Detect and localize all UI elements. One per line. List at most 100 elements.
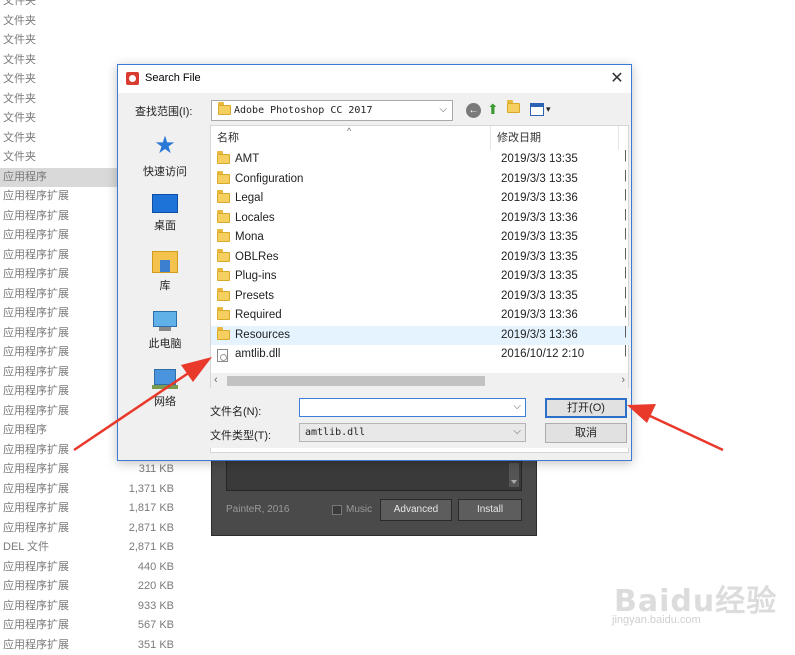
file-row[interactable]: Locales2019/3/3 13:36| [211, 209, 630, 229]
up-folder-icon[interactable]: ⬆ [487, 101, 499, 118]
file-row[interactable]: Required2019/3/3 13:36| [211, 306, 630, 326]
scroll-thumb[interactable] [227, 376, 485, 386]
file-row[interactable]: Configuration2019/3/3 13:35| [211, 170, 630, 190]
scroll-right-icon[interactable]: › [621, 374, 625, 386]
back-icon[interactable]: ← [466, 103, 481, 118]
item-type: 文件夹 [3, 51, 36, 71]
file-name: Legal [235, 192, 263, 204]
lookin-dropdown[interactable]: Adobe Photoshop CC 2017 ⌵ [211, 100, 453, 121]
column-header-more[interactable] [619, 126, 630, 150]
list-item[interactable]: 应用程序扩展2,871 KB [0, 519, 190, 539]
music-toggle[interactable]: Music [332, 504, 372, 515]
item-type: 应用程序扩展 [3, 187, 69, 207]
file-row[interactable]: amtlib.dll2016/10/12 2:10| [211, 345, 630, 365]
list-item[interactable]: 应用程序扩展567 KB [0, 616, 190, 636]
dialog-titlebar[interactable]: Search File ✕ [118, 65, 631, 93]
list-item[interactable]: 应用程序扩展 440 KB [0, 558, 190, 578]
file-row[interactable]: Mona2019/3/3 13:35| [211, 228, 630, 248]
file-row[interactable]: Plug-ins2019/3/3 13:35| [211, 267, 630, 287]
truncated-column: | [624, 150, 630, 170]
folder-icon [217, 291, 230, 304]
file-name: AMT [235, 153, 259, 165]
item-type: 应用程序扩展 [3, 226, 69, 246]
file-row[interactable]: AMT2019/3/3 13:35| [211, 150, 630, 170]
log-scrollbar[interactable] [509, 463, 519, 487]
folder-icon [217, 252, 230, 265]
computer-icon [130, 311, 200, 331]
list-item[interactable]: DEL 文件2,871 KB [0, 538, 190, 558]
view-menu-icon[interactable] [530, 103, 544, 116]
advanced-button[interactable]: Advanced [380, 499, 452, 521]
chevron-down-icon[interactable]: ⌵ [513, 401, 521, 412]
item-size: 440 KB [138, 558, 174, 578]
truncated-column: | [624, 306, 630, 326]
music-checkbox[interactable] [332, 505, 342, 515]
search-file-dialog: Search File ✕ 查找范围(I): Adobe Photoshop C… [117, 64, 632, 461]
installer-credit: PainteR, 2016 [226, 504, 289, 515]
list-item[interactable]: 应用程序扩展1,817 KB [0, 499, 190, 519]
place-1[interactable]: 桌面 [130, 191, 200, 233]
folder-icon [217, 193, 230, 206]
item-type: 应用程序扩展 [3, 480, 69, 500]
file-name: OBLRes [235, 251, 278, 263]
place-label: 桌面 [130, 217, 200, 233]
place-0[interactable]: ★快速访问 [130, 133, 200, 179]
places-bar: ★快速访问桌面库此电脑网络 [130, 125, 200, 407]
list-item[interactable]: 应用程序扩展933 KB [0, 597, 190, 617]
place-label: 库 [130, 277, 200, 293]
place-2[interactable]: 库 [130, 249, 200, 293]
item-type: 应用程序扩展 [3, 246, 69, 266]
truncated-column: | [624, 248, 630, 268]
place-4[interactable]: 网络 [130, 365, 200, 409]
list-item[interactable]: 应用程序扩展220 KB [0, 577, 190, 597]
item-type: 应用程序扩展 [3, 265, 69, 285]
list-item[interactable]: 文件夹 [0, 0, 190, 12]
music-label: Music [346, 504, 372, 515]
item-type: 应用程序扩展 [3, 285, 69, 305]
file-row[interactable]: Presets2019/3/3 13:35| [211, 287, 630, 307]
list-item[interactable]: 文件夹 [0, 31, 190, 51]
install-button[interactable]: Install [458, 499, 522, 521]
item-type: 文件夹 [3, 90, 36, 110]
file-row[interactable]: Resources2019/3/3 13:36| [211, 326, 630, 346]
item-type: 应用程序扩展 [3, 558, 69, 578]
folder-icon [217, 310, 230, 323]
open-button[interactable]: 打开(O) [545, 398, 627, 418]
file-row[interactable]: Legal2019/3/3 13:36| [211, 189, 630, 209]
column-header-name[interactable]: 名称^ [211, 126, 491, 150]
truncated-column: | [624, 267, 630, 287]
folder-icon [218, 105, 231, 118]
cancel-button[interactable]: 取消 [545, 423, 627, 443]
file-name: Presets [235, 290, 274, 302]
view-chevron-icon[interactable]: ▾ [546, 104, 551, 115]
list-item[interactable]: 应用程序扩展1,371 KB [0, 480, 190, 500]
item-type: 应用程序 [3, 421, 47, 441]
filename-input[interactable]: ⌵ [299, 398, 526, 417]
item-type: 应用程序扩展 [3, 519, 69, 539]
file-row[interactable]: OBLRes 2019/3/3 13:35 | [211, 248, 630, 268]
app-icon [126, 72, 139, 85]
scroll-left-icon[interactable]: ‹ [214, 374, 218, 386]
file-date: 2019/3/3 13:35 [501, 251, 578, 263]
list-item[interactable]: 文件夹 [0, 12, 190, 32]
truncated-column: | [624, 287, 630, 307]
chevron-down-icon[interactable]: ⌵ [439, 104, 447, 115]
column-header-date[interactable]: 修改日期 [491, 126, 619, 150]
folder-icon [217, 271, 230, 284]
item-size: 567 KB [138, 616, 174, 636]
filetype-dropdown[interactable]: amtlib.dll ⌵ [299, 423, 526, 442]
item-type: 文件夹 [3, 129, 36, 149]
horizontal-scrollbar[interactable]: ‹ › [211, 373, 628, 389]
list-item[interactable]: 应用程序扩展311 KB [0, 460, 190, 480]
file-name: Resources [235, 329, 290, 341]
close-button[interactable]: ✕ [603, 65, 631, 93]
dialog-title: Search File [145, 72, 201, 84]
baidu-watermark: Baidu经验 jingyan.baidu.com [608, 566, 778, 636]
watermark-url: jingyan.baidu.com [612, 614, 701, 626]
chevron-down-icon[interactable]: ⌵ [513, 426, 521, 437]
place-3[interactable]: 此电脑 [130, 307, 200, 351]
item-type: 文件夹 [3, 0, 36, 12]
truncated-column: | [624, 170, 630, 190]
new-folder-icon[interactable] [507, 103, 520, 116]
list-item[interactable]: 应用程序扩展351 KB [0, 636, 190, 655]
